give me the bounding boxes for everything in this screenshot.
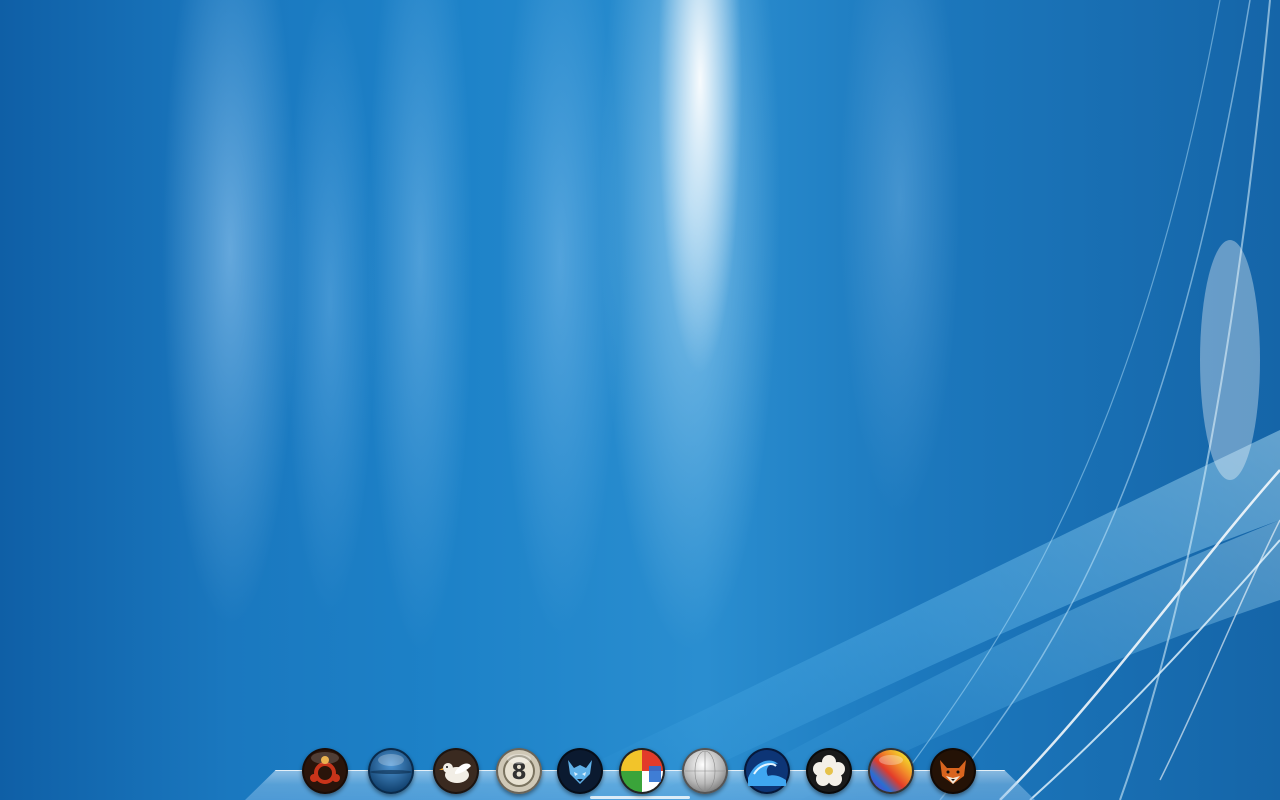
eight-ball-icon[interactable]: 8 [496,748,542,794]
color-chart-icon[interactable] [619,748,665,794]
wolf-icon[interactable] [557,748,603,794]
wallpaper-light-streaks [600,0,1280,800]
wave-icon[interactable] [744,748,790,794]
silver-sphere-icon[interactable] [682,748,728,794]
blue-orb-icon[interactable] [368,748,414,794]
dock: 8 [244,748,1036,800]
dock-shelf-highlight [590,796,690,799]
rainbow-icon[interactable] [868,748,914,794]
dove-icon[interactable] [433,748,479,794]
desktop-background: 8 [0,0,1280,800]
ubuntu-logo-icon[interactable] [302,748,348,794]
flower-icon[interactable] [806,748,852,794]
fox-icon[interactable] [930,748,976,794]
